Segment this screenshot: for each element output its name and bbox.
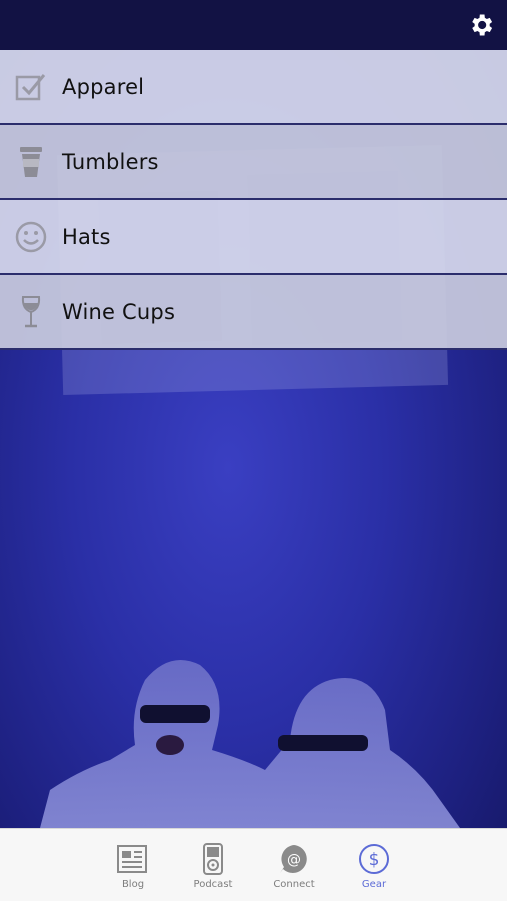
menu-item-label: Apparel — [62, 74, 145, 99]
background-photo — [40, 660, 460, 828]
menu-item-hats[interactable]: Hats — [0, 200, 507, 275]
tab-label: Gear — [361, 879, 387, 890]
tab-gear[interactable]: $ Gear — [339, 843, 409, 897]
menu-item-wine-cups[interactable]: Wine Cups — [0, 275, 507, 350]
top-bar — [0, 0, 507, 50]
wine-glass-icon — [14, 295, 48, 329]
smiley-icon — [14, 220, 48, 254]
menu-item-label: Wine Cups — [62, 299, 176, 324]
tab-podcast[interactable]: Podcast — [178, 843, 248, 897]
tab-label: Podcast — [193, 879, 233, 890]
menu-item-tumblers[interactable]: Tumblers — [0, 125, 507, 200]
tab-connect[interactable]: @ Connect — [259, 843, 329, 897]
svg-text:@: @ — [287, 852, 301, 868]
menu-item-label: Tumblers — [62, 149, 159, 174]
newspaper-icon — [117, 845, 147, 873]
tab-blog[interactable]: Blog — [98, 843, 168, 897]
tab-label: Blog — [121, 879, 145, 890]
menu-item-apparel[interactable]: Apparel — [0, 50, 507, 125]
ipod-icon — [203, 843, 223, 875]
checkbox-icon — [14, 70, 48, 104]
dollar-icon: $ — [359, 844, 389, 874]
gear-category-list: Apparel Tumblers Hats Wine Cups — [0, 50, 507, 350]
svg-text:$: $ — [369, 850, 380, 870]
at-sign-icon: @ — [280, 845, 307, 873]
menu-item-label: Hats — [62, 224, 111, 249]
gear-icon[interactable] — [467, 11, 495, 39]
tab-label: Connect — [273, 879, 315, 890]
cup-icon — [14, 145, 48, 179]
tab-bar: Blog Podcast @ Connect $ Gear — [0, 828, 507, 901]
